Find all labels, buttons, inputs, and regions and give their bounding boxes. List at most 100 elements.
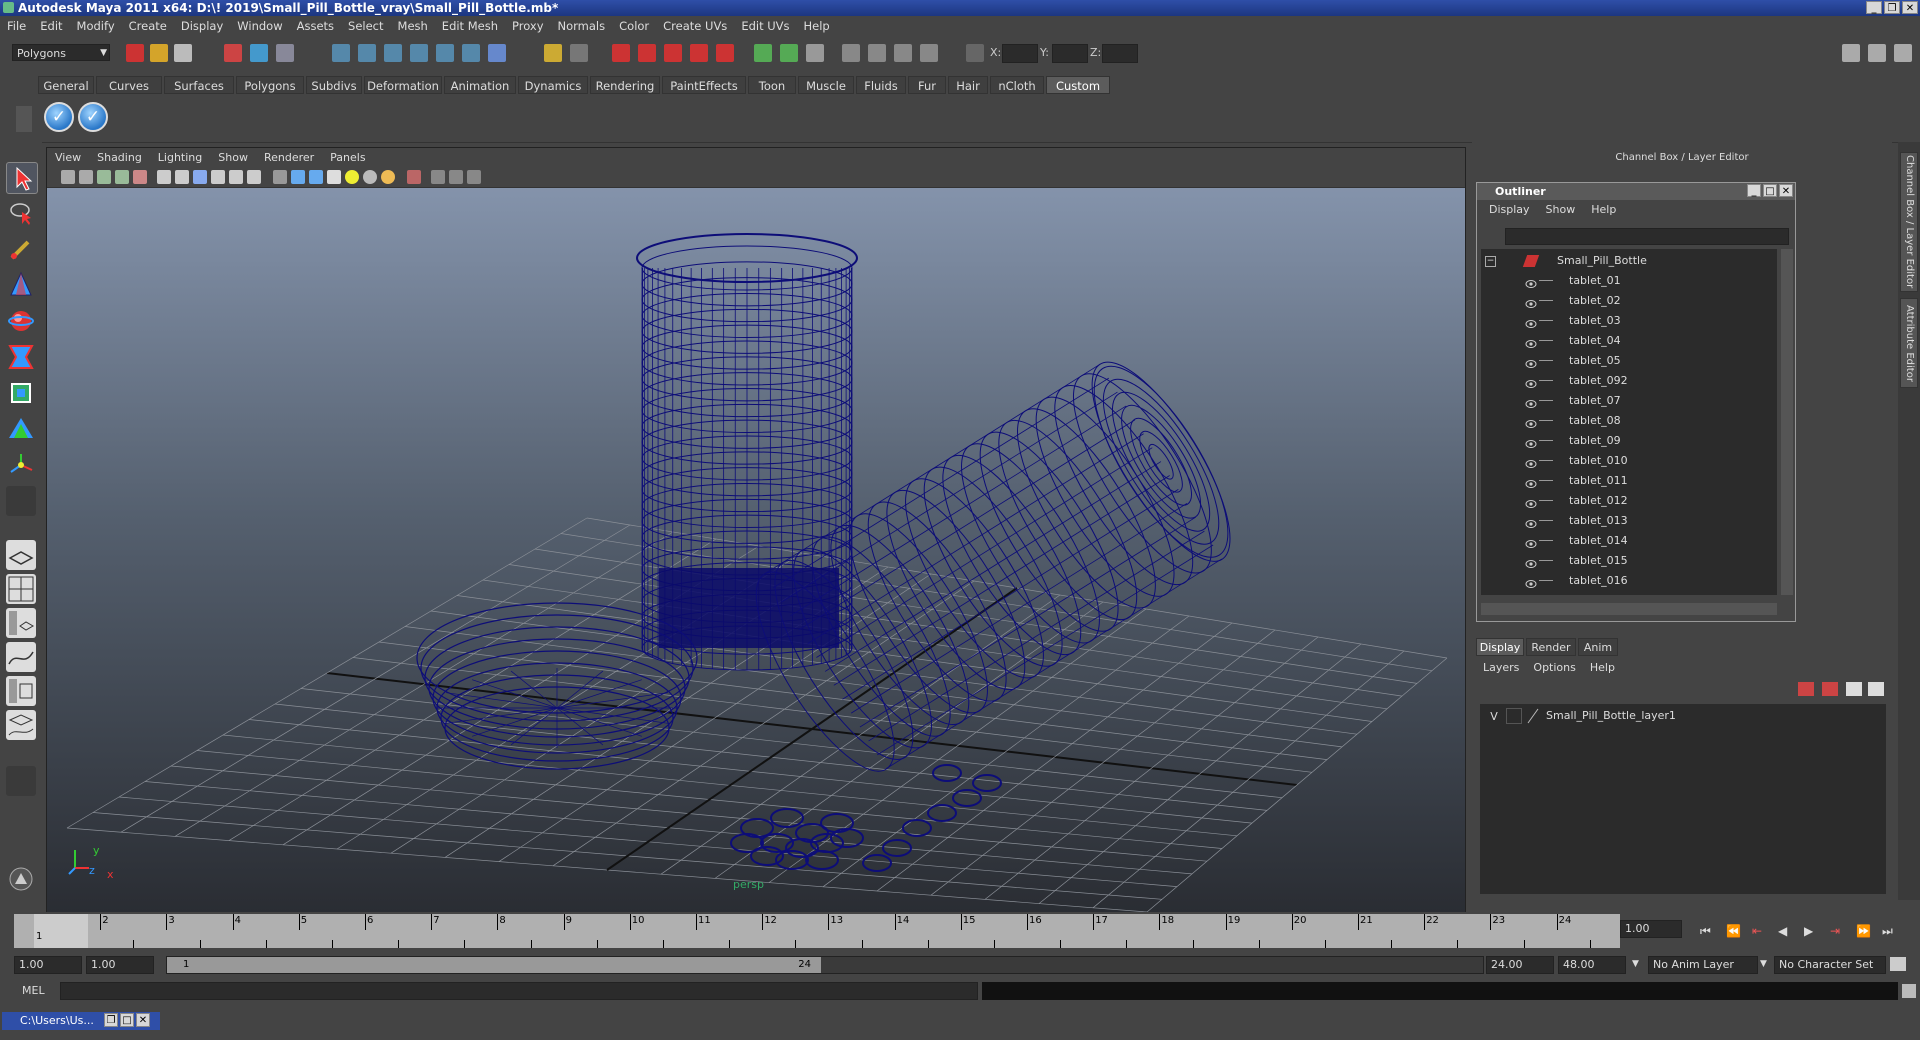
- layer-menu-options[interactable]: Options: [1526, 661, 1582, 674]
- side-tab-attribute-editor[interactable]: Attribute Editor: [1900, 298, 1918, 388]
- playback-end-field[interactable]: 24.00: [1486, 956, 1554, 974]
- render-view-icon[interactable]: [716, 44, 734, 62]
- minimized-restore-button[interactable]: ❐: [104, 1013, 118, 1027]
- z-field[interactable]: [1102, 44, 1138, 63]
- channel-select-icon[interactable]: [806, 44, 824, 62]
- snap-point-icon[interactable]: [384, 44, 402, 62]
- animation-start-field[interactable]: 1.00: [14, 956, 82, 974]
- shelf-tab-general[interactable]: General: [38, 76, 94, 94]
- selection-mask-icon[interactable]: [570, 44, 588, 62]
- range-bar[interactable]: 1 24: [166, 956, 1484, 974]
- perspective-view[interactable]: y z x persp: [47, 188, 1465, 912]
- outliner-item[interactable]: tablet_014: [1481, 531, 1777, 551]
- menu-create-uvs[interactable]: Create UVs: [656, 19, 734, 33]
- snap-grid-icon[interactable]: [332, 44, 350, 62]
- help-icon[interactable]: [488, 44, 506, 62]
- safe-title-icon[interactable]: [247, 170, 261, 184]
- go-to-end-icon[interactable]: ⏭: [1882, 924, 1893, 939]
- layer-menu-help[interactable]: Help: [1583, 661, 1622, 674]
- textured-icon[interactable]: [327, 170, 341, 184]
- layer-visibility-toggle[interactable]: V: [1486, 708, 1502, 724]
- menu-edit[interactable]: Edit: [33, 19, 69, 33]
- outliner-item[interactable]: tablet_012: [1481, 491, 1777, 511]
- wireframe-on-shaded-icon[interactable]: [309, 170, 323, 184]
- outliner-menu-show[interactable]: Show: [1538, 203, 1584, 216]
- make-live-icon[interactable]: [436, 44, 454, 62]
- menu-assets[interactable]: Assets: [290, 19, 341, 33]
- viewport-menu-show[interactable]: Show: [210, 151, 256, 164]
- new-empty-layer-icon[interactable]: [1846, 682, 1862, 696]
- animation-end-field[interactable]: 48.00: [1558, 956, 1626, 974]
- outliner-item[interactable]: tablet_08: [1481, 411, 1777, 431]
- shelf-tab-curves[interactable]: Curves: [96, 76, 162, 94]
- lasso-tool-icon[interactable]: [6, 198, 36, 228]
- shelf-menu-icon[interactable]: [16, 106, 32, 132]
- shelf-tab-hair[interactable]: Hair: [948, 76, 988, 94]
- outliner-filter-input[interactable]: [1505, 228, 1789, 245]
- show-manipulator-icon[interactable]: [6, 450, 36, 480]
- outliner-item[interactable]: tablet_09: [1481, 431, 1777, 451]
- outliner-root-item[interactable]: − Small_Pill_Bottle: [1481, 251, 1777, 271]
- layer-row[interactable]: V Small_Pill_Bottle_layer1: [1480, 707, 1886, 725]
- camera-attributes-icon[interactable]: [79, 170, 93, 184]
- smooth-shade-icon[interactable]: [291, 170, 305, 184]
- script-editor-button-icon[interactable]: [1902, 984, 1916, 998]
- select-by-hierarchy-icon[interactable]: [224, 44, 242, 62]
- select-by-component-icon[interactable]: [276, 44, 294, 62]
- toggle-attribute-editor-icon[interactable]: [1842, 44, 1860, 62]
- isolate-select-icon[interactable]: [407, 170, 421, 184]
- auto-key-icon[interactable]: [1890, 957, 1906, 971]
- play-forwards-icon[interactable]: ▶: [1804, 924, 1813, 938]
- outliner-item[interactable]: tablet_092: [1481, 371, 1777, 391]
- viewport-menu-shading[interactable]: Shading: [89, 151, 150, 164]
- outliner-item[interactable]: tablet_04: [1481, 331, 1777, 351]
- shelf-tab-muscle[interactable]: Muscle: [798, 76, 854, 94]
- shelf-tab-dynamics[interactable]: Dynamics: [518, 76, 588, 94]
- lock-icon[interactable]: [544, 44, 562, 62]
- menu-normals[interactable]: Normals: [551, 19, 613, 33]
- image-plane-icon[interactable]: [115, 170, 129, 184]
- outliner-persp-layout-icon[interactable]: [6, 608, 36, 638]
- go-to-start-icon[interactable]: ⏮: [1700, 924, 1711, 939]
- layer-color-swatch[interactable]: [1526, 708, 1540, 724]
- menu-create[interactable]: Create: [122, 19, 174, 33]
- outliner-vertical-scrollbar[interactable]: [1781, 249, 1793, 595]
- shelf-tab-deformation[interactable]: Deformation: [364, 76, 442, 94]
- outliner-menu-help[interactable]: Help: [1583, 203, 1624, 216]
- shelf-tab-fur[interactable]: Fur: [908, 76, 946, 94]
- menu-edit-uvs[interactable]: Edit UVs: [734, 19, 796, 33]
- shelf-tab-surfaces[interactable]: Surfaces: [164, 76, 234, 94]
- graph-editor-layout-icon[interactable]: [6, 642, 36, 672]
- universal-manipulator-icon[interactable]: [6, 378, 36, 408]
- outliner-item[interactable]: tablet_05: [1481, 351, 1777, 371]
- sidebar-toggle-1-icon[interactable]: [842, 44, 860, 62]
- new-layer-from-selected-icon[interactable]: [1868, 682, 1884, 696]
- play-backwards-icon[interactable]: ◀: [1778, 924, 1787, 938]
- grid-view-icon[interactable]: [133, 170, 147, 184]
- shelf-tab-animation[interactable]: Animation: [444, 76, 516, 94]
- move-layer-down-icon[interactable]: [1822, 682, 1838, 696]
- xray-joints-icon[interactable]: [449, 170, 463, 184]
- wireframe-icon[interactable]: [273, 170, 287, 184]
- paint-select-tool-icon[interactable]: [6, 234, 36, 264]
- step-back-key-icon[interactable]: ⏪: [1726, 924, 1741, 938]
- time-slider[interactable]: 123456789101112131415161718192021222324 …: [0, 912, 1920, 952]
- sidebar-toggle-4-icon[interactable]: [920, 44, 938, 62]
- backface-culling-icon[interactable]: [467, 170, 481, 184]
- character-set-dropdown[interactable]: No Character Set: [1774, 956, 1886, 974]
- menu-proxy[interactable]: Proxy: [505, 19, 551, 33]
- outliner-menu-display[interactable]: Display: [1481, 203, 1538, 216]
- x-field[interactable]: [1002, 44, 1038, 63]
- outliner-maximize-button[interactable]: □: [1763, 184, 1777, 197]
- hypershade-layout-icon[interactable]: [6, 676, 36, 706]
- sidebar-toggle-2-icon[interactable]: [868, 44, 886, 62]
- step-back-frame-icon[interactable]: ⇤: [1752, 924, 1762, 938]
- y-field[interactable]: [1052, 44, 1088, 63]
- layout-collapse-icon[interactable]: [6, 766, 36, 796]
- menu-select[interactable]: Select: [341, 19, 390, 33]
- outliner-item[interactable]: tablet_016: [1481, 571, 1777, 591]
- menu-modify[interactable]: Modify: [70, 19, 122, 33]
- move-tool-icon[interactable]: [6, 270, 36, 300]
- restore-button[interactable]: ❐: [1884, 1, 1900, 14]
- close-button[interactable]: ✕: [1902, 1, 1918, 14]
